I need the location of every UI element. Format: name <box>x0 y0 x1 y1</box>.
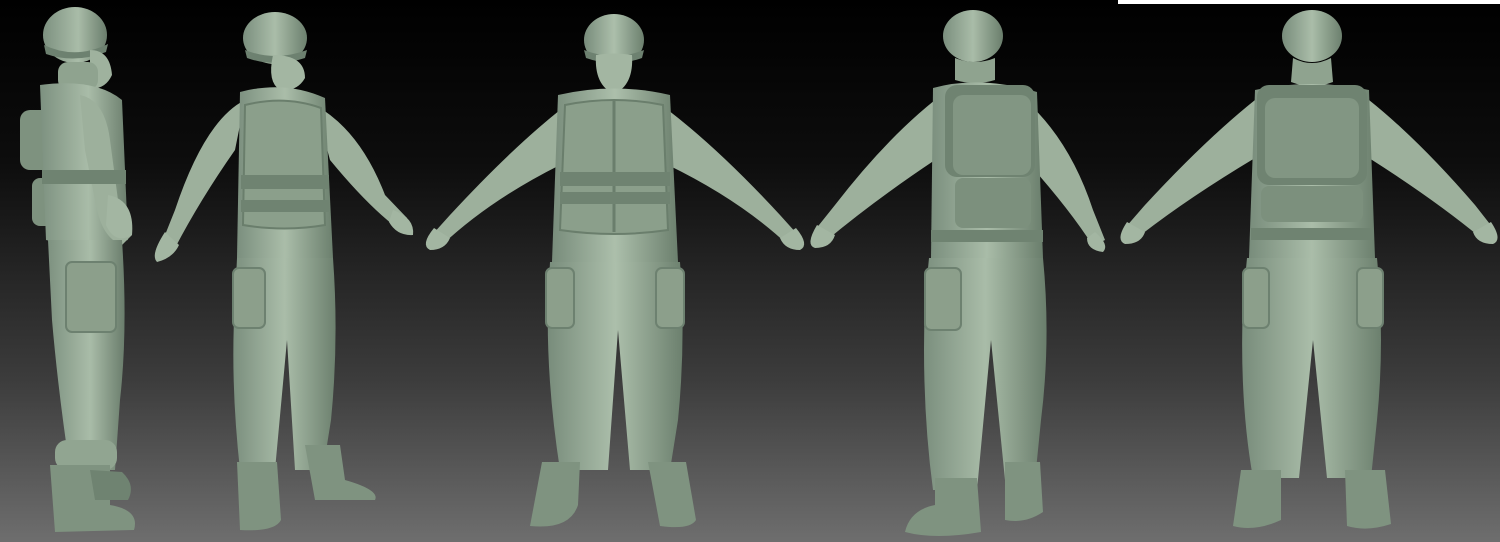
soldier-three-quarter-front-figure <box>154 12 414 531</box>
soldier-back-view <box>1115 0 1500 542</box>
soldier-three-quarter-back-figure <box>810 10 1106 536</box>
soldier-three-quarter-front-view <box>145 0 420 542</box>
soldier-three-quarter-back-view <box>805 0 1115 542</box>
soldier-back-figure <box>1120 10 1498 529</box>
soldier-front-figure <box>425 14 805 528</box>
soldier-side-view <box>10 0 150 542</box>
sculpt-viewport <box>0 0 1500 542</box>
soldier-front-view <box>420 0 810 542</box>
soldier-side-figure <box>20 7 135 532</box>
